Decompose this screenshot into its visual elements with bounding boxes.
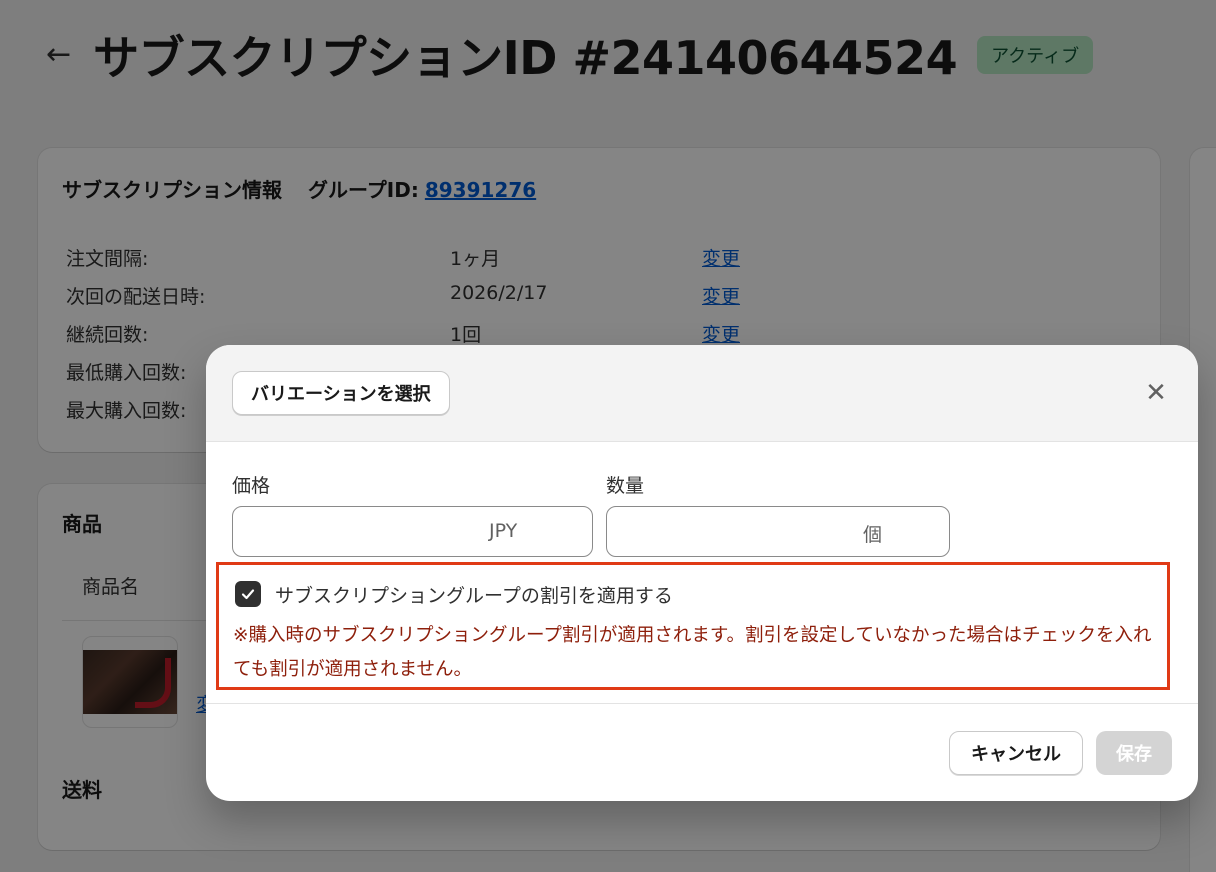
divider (206, 703, 1198, 704)
select-variant-button[interactable]: バリエーションを選択 (232, 371, 450, 415)
quantity-input[interactable] (607, 507, 847, 556)
save-button[interactable]: 保存 (1096, 731, 1172, 775)
price-currency-suffix: JPY (489, 520, 518, 542)
quantity-field[interactable]: 個 (606, 506, 950, 557)
price-field[interactable]: JPY (232, 506, 593, 557)
modal-header: バリエーションを選択 ✕ (206, 345, 1198, 442)
discount-checkbox-label[interactable]: サブスクリプショングループの割引を適用する (275, 581, 673, 608)
price-input[interactable] (233, 507, 485, 556)
quantity-unit-suffix: 個 (863, 524, 883, 546)
cancel-button[interactable]: キャンセル (949, 731, 1083, 775)
discount-checkbox[interactable] (235, 581, 261, 607)
price-label: 価格 (232, 475, 271, 497)
variant-modal: バリエーションを選択 ✕ 価格 JPY 数量 個 サブスクリプショングループの割… (206, 345, 1198, 801)
close-icon[interactable]: ✕ (1142, 379, 1170, 407)
discount-note: ※購入時のサブスクリプショングループ割引が適用されます。割引を設定していなかった… (233, 625, 1152, 680)
checkmark-icon (241, 589, 255, 600)
discount-highlight-box: サブスクリプショングループの割引を適用する ※購入時のサブスクリプショングループ… (216, 562, 1170, 690)
quantity-label: 数量 (606, 475, 645, 497)
